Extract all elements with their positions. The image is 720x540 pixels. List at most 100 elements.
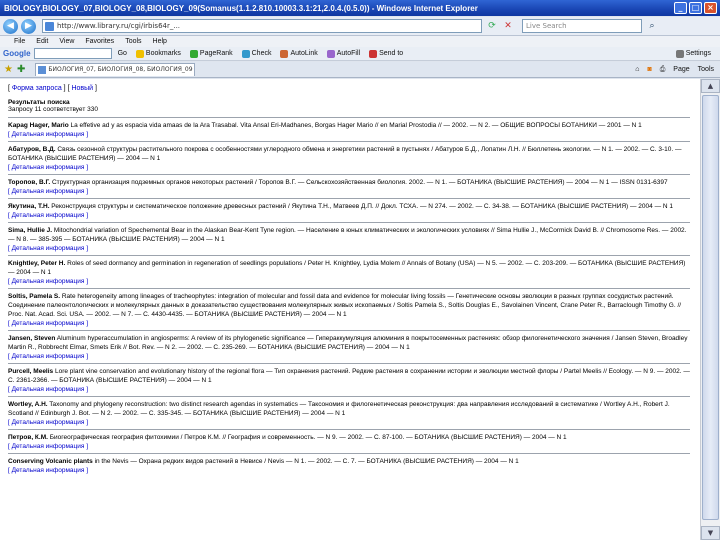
result-entry: Jansen, Steven Aluminum hyperaccumulatio… (8, 330, 690, 363)
active-tab[interactable]: БИОЛОГИЯ_07, БИОЛОГИЯ_08, БИОЛОГИЯ_09 (35, 63, 196, 76)
details-link[interactable]: [ Детальная информация ] (8, 130, 690, 139)
maximize-button[interactable]: □ (689, 2, 702, 14)
result-entry: Sima, Hullie J. Mitochondrial variation … (8, 222, 690, 255)
feeds-icon[interactable]: ◙ (647, 66, 651, 74)
window-controls: _ □ × (674, 2, 717, 14)
window-title: BIOLOGY,BIOLOGY_07,BIOLOGY_08,BIOLOGY_09… (4, 3, 478, 13)
details-link[interactable]: [ Детальная информация ] (8, 187, 690, 196)
back-button[interactable]: ◀ (3, 18, 18, 34)
menu-bar: File Edit View Favorites Tools Help (0, 36, 720, 47)
minimize-button[interactable]: _ (674, 2, 687, 14)
entry-text: Taxonomy and phylogeny reconstruction: t… (8, 401, 670, 417)
entry-author: Purcell, Meelis (8, 368, 54, 375)
details-link[interactable]: [ Детальная информация ] (8, 319, 690, 328)
home-icon[interactable]: ⌂ (635, 66, 639, 74)
entry-author: Kapag Hager, Mario (8, 122, 69, 129)
result-entry: Петров, К.М. Биогеографическая география… (8, 429, 690, 453)
entry-text: Реконструкция структуры и систематическо… (49, 203, 673, 210)
bookmarks-button[interactable]: Bookmarks (135, 49, 181, 58)
entry-author: Sima, Hullie J. (8, 227, 53, 234)
entry-author: Абатуров, В.Д. (8, 146, 56, 153)
details-link[interactable]: [ Детальная информация ] (8, 466, 690, 475)
scroll-down-button[interactable]: ▼ (701, 526, 720, 540)
results-list: Kapag Hager, Mario La effetive ad y as e… (8, 117, 690, 477)
tab-title: БИОЛОГИЯ_07, БИОЛОГИЯ_08, БИОЛОГИЯ_09 (48, 66, 193, 73)
result-entry: Kapag Hager, Mario La effetive ad y as e… (8, 117, 690, 141)
menu-favorites[interactable]: Favorites (85, 38, 114, 45)
pagerank-button[interactable]: PageRank (189, 49, 233, 58)
search-icon[interactable]: ⌕ (646, 20, 658, 32)
entry-author: Conserving Volcanic plants (8, 458, 93, 465)
entry-author: Wortley, A.H. (8, 401, 48, 408)
result-entry: Абатуров, В.Д. Связь сезонной структуры … (8, 141, 690, 174)
entry-text: Aluminum hyperaccumulation in angiosperm… (8, 335, 688, 351)
details-link[interactable]: [ Детальная информация ] (8, 418, 690, 427)
query-form-link[interactable]: Форма запроса (12, 85, 62, 92)
settings-button[interactable]: Settings (675, 49, 711, 58)
live-search-input[interactable]: Live Search (522, 19, 642, 33)
tab-bar: ★ ✚ БИОЛОГИЯ_07, БИОЛОГИЯ_08, БИОЛОГИЯ_0… (0, 62, 720, 78)
result-entry: Якутина, Т.Н. Реконструкция структуры и … (8, 198, 690, 222)
browser-window: BIOLOGY,BIOLOGY_07,BIOLOGY_08,BIOLOGY_09… (0, 0, 720, 540)
results-count: Запросу 11 соответствует 330 (8, 106, 98, 113)
google-logo: Google (3, 49, 31, 58)
entry-author: Петров, К.М. (8, 434, 48, 441)
details-link[interactable]: [ Детальная информация ] (8, 385, 690, 394)
menu-tools[interactable]: Tools (125, 38, 141, 45)
star-icon (135, 49, 144, 58)
google-search-input[interactable] (33, 48, 112, 59)
address-bar: ◀ ▶ http://www.library.ru/cgi/irbis64r_.… (0, 17, 720, 36)
google-go-button[interactable]: Go (118, 50, 127, 57)
title-bar: BIOLOGY,BIOLOGY_07,BIOLOGY_08,BIOLOGY_09… (0, 0, 720, 16)
result-entry: Knightley, Peter H. Roles of seed dorman… (8, 255, 690, 288)
new-query-link[interactable]: Новый (71, 85, 93, 92)
tools-menu[interactable]: Tools (698, 66, 714, 74)
entry-text: Структурная организация подземных органо… (50, 179, 668, 186)
top-links: [ Форма запроса ] [ Новый ] (8, 85, 97, 92)
scroll-thumb[interactable] (702, 95, 719, 520)
result-entry: Wortley, A.H. Taxonomy and phylogeny rec… (8, 396, 690, 429)
autolink-button[interactable]: AutoLink (280, 49, 318, 58)
google-toolbar: Google Go Bookmarks PageRank Check AutoL… (0, 47, 720, 61)
menu-edit[interactable]: Edit (36, 38, 48, 45)
result-entry: Торопов, В.Г. Структурная организация по… (8, 174, 690, 198)
autolink-icon (280, 49, 289, 58)
entry-author: Якутина, Т.Н. (8, 203, 50, 210)
favorites-star-icon[interactable]: ★ (4, 64, 13, 75)
command-bar: ⌂ ◙ ⎙ Page Tools (635, 66, 714, 74)
details-link[interactable]: [ Детальная информация ] (8, 244, 690, 253)
menu-file[interactable]: File (14, 38, 25, 45)
close-button[interactable]: × (704, 2, 717, 14)
page-menu[interactable]: Page (673, 66, 689, 74)
menu-view[interactable]: View (59, 38, 74, 45)
entry-text: Rate heterogeneity among lineages of tra… (8, 293, 682, 318)
address-input[interactable]: http://www.library.ru/cgi/irbis64r_... (42, 19, 482, 33)
details-link[interactable]: [ Детальная информация ] (8, 277, 690, 286)
entry-text: Mitochondrial variation of Spechemental … (8, 227, 687, 243)
entry-author: Knightley, Peter H. (8, 260, 66, 267)
menu-help[interactable]: Help (153, 38, 167, 45)
print-icon[interactable]: ⎙ (660, 66, 666, 74)
entry-text: Биогеографическая география фитохимии / … (47, 434, 567, 441)
details-link[interactable]: [ Детальная информация ] (8, 442, 690, 451)
entry-author: Soltis, Pamela S. (8, 293, 61, 300)
sendto-button[interactable]: Send to (369, 49, 403, 58)
result-entry: Purcell, Meelis Lore plant vine conserva… (8, 363, 690, 396)
stop-icon[interactable]: ✕ (502, 20, 514, 32)
details-link[interactable]: [ Детальная информация ] (8, 211, 690, 220)
vertical-scrollbar[interactable]: ▲ ▼ (700, 79, 720, 540)
autofill-button[interactable]: AutoFill (326, 49, 360, 58)
entry-text: Lore plant vine conservation and evoluti… (8, 368, 690, 384)
refresh-icon[interactable]: ⟳ (486, 20, 498, 32)
details-link[interactable]: [ Детальная информация ] (8, 163, 690, 172)
entry-text: Roles of seed dormancy and germination i… (8, 260, 686, 276)
forward-button[interactable]: ▶ (21, 18, 36, 34)
add-favorites-icon[interactable]: ✚ (17, 64, 25, 75)
result-entry: Conserving Volcanic plants in the Nevis … (8, 453, 690, 477)
check-button[interactable]: Check (241, 49, 271, 58)
scroll-up-button[interactable]: ▲ (701, 79, 720, 93)
entry-text: La effetive ad y as espacia vida amaas d… (68, 122, 642, 129)
results-title: Результаты поиска (8, 99, 70, 106)
send-icon (369, 49, 378, 58)
details-link[interactable]: [ Детальная информация ] (8, 352, 690, 361)
